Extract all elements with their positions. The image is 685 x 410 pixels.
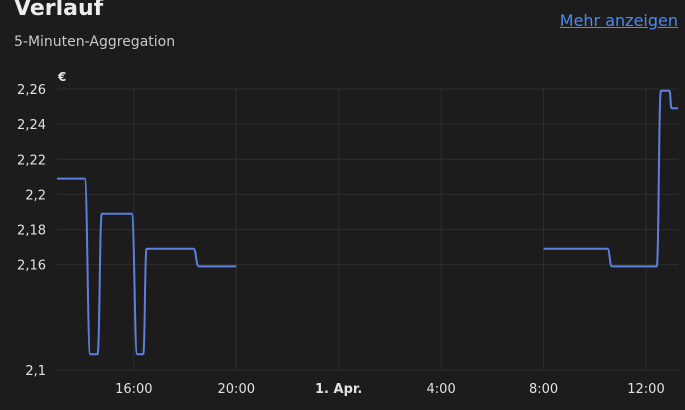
y-tick-label: 2,22	[17, 153, 46, 168]
chart-grid	[57, 88, 678, 371]
y-tick-label: 2,18	[17, 224, 46, 239]
y-tick-label: 2,24	[17, 118, 46, 133]
y-axis-unit: €	[57, 70, 66, 84]
history-chart-svg: € 2,26 2,24 2,22 2,2 2,18 2,16 2,1 16:00 20:00 1.…	[17, 70, 678, 397]
x-tick-label: 1. Apr.	[315, 382, 362, 397]
x-tick-label: 20:00	[218, 382, 255, 397]
y-tick-label: 2,1	[25, 364, 46, 379]
series-line	[57, 177, 237, 356]
x-tick-label: 12:00	[627, 382, 664, 397]
x-tick-label: 8:00	[529, 382, 558, 397]
y-tick-label: 2,26	[17, 83, 46, 98]
history-chart[interactable]: € 2,26 2,24 2,22 2,2 2,18 2,16 2,1 16:00 20:00 1.…	[0, 0, 685, 406]
y-tick-label: 2,2	[25, 188, 46, 203]
x-tick-label: 4:00	[427, 382, 456, 397]
chart-series	[57, 89, 678, 356]
chart-axis-labels: € 2,26 2,24 2,22 2,2 2,18 2,16 2,1 16:00 20:00 1.…	[17, 70, 665, 397]
x-tick-label: 16:00	[115, 382, 152, 397]
y-tick-label: 2,16	[17, 259, 46, 274]
series-line	[543, 89, 678, 268]
